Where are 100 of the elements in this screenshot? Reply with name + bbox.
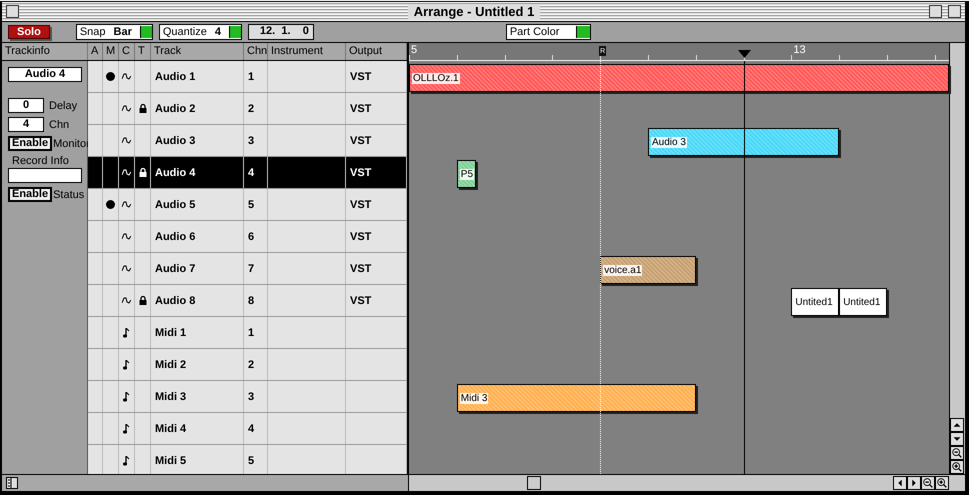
waveform-icon (122, 201, 131, 208)
track-row[interactable]: Audio 5 5 VST (88, 189, 407, 221)
part-block[interactable]: Midi 3 (456, 384, 696, 412)
note-icon (123, 360, 130, 370)
part-block[interactable]: voice.a1 (600, 256, 696, 284)
position-display: 12. 1. 0 (248, 24, 314, 40)
channel-number: 5 (248, 198, 254, 210)
zoom-out-icon[interactable] (921, 476, 935, 490)
track-name: Audio 3 (155, 134, 196, 146)
channel-field[interactable]: 4 (8, 117, 44, 132)
track-name: Audio 5 (155, 198, 196, 210)
column-header: Track (151, 43, 244, 60)
part-color-dropdown[interactable]: Part Color (506, 24, 591, 40)
track-name: Midi 5 (155, 454, 186, 466)
track-row[interactable]: Midi 5 5 (88, 445, 407, 477)
output-name: VST (350, 198, 372, 210)
scroll-up-icon[interactable] (950, 418, 964, 432)
track-name: Midi 3 (155, 390, 186, 402)
part-label: OLLLOz.1 (412, 72, 460, 84)
track-name: Midi 1 (155, 326, 186, 338)
channel-number: 4 (248, 166, 254, 178)
waveform-icon (122, 169, 131, 176)
output-name: VST (350, 102, 372, 114)
waveform-icon (122, 105, 131, 112)
zoom-box[interactable] (929, 5, 942, 18)
column-header: Output (346, 43, 407, 60)
track-row[interactable]: Midi 4 4 (88, 413, 407, 445)
track-name: Audio 1 (155, 70, 196, 82)
channel-number: 6 (248, 230, 254, 242)
track-name: Audio 2 (155, 102, 196, 114)
track-name: Midi 4 (155, 422, 186, 434)
status-label: Status (53, 188, 84, 200)
column-header: M (103, 43, 119, 60)
track-row[interactable]: Audio 8 8 VST (88, 285, 407, 317)
track-name: Audio 4 (155, 166, 196, 178)
part-block[interactable]: OLLLOz.1 (409, 64, 950, 92)
track-name: Midi 2 (155, 358, 186, 370)
panel-toggle-icon[interactable] (6, 477, 18, 489)
lock-icon (138, 168, 146, 177)
close-box[interactable] (6, 5, 19, 18)
output-name: VST (350, 166, 372, 178)
monitor-label: Monitor (53, 138, 90, 150)
track-row[interactable]: Midi 1 1 (88, 317, 407, 349)
output-name: VST (350, 230, 372, 242)
waveform-icon (122, 297, 131, 304)
monitor-enable-button[interactable]: Enable (8, 136, 52, 151)
part-block[interactable]: Untited1 (791, 288, 840, 316)
record-dot-icon[interactable] (106, 72, 115, 81)
playhead-icon[interactable] (738, 50, 751, 58)
track-row[interactable]: Audio 3 3 VST (88, 125, 407, 157)
record-info-label: Record Info (11, 155, 70, 167)
bar-number: 13 (793, 44, 806, 56)
track-row[interactable]: Audio 1 1 VST (88, 61, 407, 93)
waveform-icon (122, 265, 131, 272)
part-label: Midi 3 (460, 392, 488, 404)
bar-number: 5 (411, 44, 418, 56)
track-name-field[interactable]: Audio 4 (8, 67, 82, 82)
channel-number: 8 (248, 294, 254, 306)
zoom-in-icon[interactable] (950, 460, 964, 474)
channel-number: 2 (248, 358, 254, 370)
waveform-icon (122, 233, 131, 240)
part-label: Untited1 (842, 296, 882, 308)
channel-number: 4 (248, 422, 254, 434)
waveform-icon (122, 137, 131, 144)
scroll-right-icon[interactable] (907, 476, 921, 490)
solo-button[interactable]: Solo (8, 25, 50, 39)
track-row[interactable]: Midi 2 2 (88, 349, 407, 381)
part-block[interactable]: P5 (456, 160, 476, 188)
track-row[interactable]: Audio 2 2 VST (88, 93, 407, 125)
collapse-box[interactable] (948, 5, 961, 18)
delay-field[interactable]: 0 (8, 98, 44, 113)
part-block[interactable]: Untited1 (839, 288, 887, 316)
window-title: Arrange - Untitled 1 (408, 4, 540, 19)
scroll-thumb[interactable] (527, 476, 541, 490)
output-name: VST (350, 134, 372, 146)
column-header: C (119, 43, 135, 60)
scroll-left-icon[interactable] (893, 476, 907, 490)
column-header: T (135, 43, 151, 60)
status-enable-button[interactable]: Enable (8, 187, 52, 202)
channel-number: 5 (248, 454, 254, 466)
output-name: VST (350, 262, 372, 274)
track-row[interactable]: Audio 6 6 VST (88, 221, 407, 253)
quantize-dropdown[interactable]: Quantize 4 (158, 24, 242, 40)
snap-dropdown[interactable]: Snap Bar (76, 24, 153, 40)
part-label: Audio 3 (651, 136, 687, 148)
lock-icon (138, 104, 146, 113)
scroll-down-icon[interactable] (950, 432, 964, 446)
zoom-in-icon[interactable] (935, 476, 949, 490)
track-row[interactable]: Audio 4 4 VST (88, 157, 407, 189)
record-dot-icon[interactable] (106, 200, 115, 209)
record-info-field[interactable] (8, 168, 82, 183)
part-label: voice.a1 (603, 264, 642, 276)
track-row[interactable]: Audio 7 7 VST (88, 253, 407, 285)
channel-number: 3 (248, 390, 254, 402)
part-block[interactable]: Audio 3 (648, 128, 840, 156)
lock-icon (138, 296, 146, 305)
column-header: Trackinfo (2, 43, 88, 60)
track-row[interactable]: Midi 3 3 (88, 381, 407, 413)
note-icon (123, 456, 130, 466)
zoom-out-icon[interactable] (950, 446, 964, 460)
